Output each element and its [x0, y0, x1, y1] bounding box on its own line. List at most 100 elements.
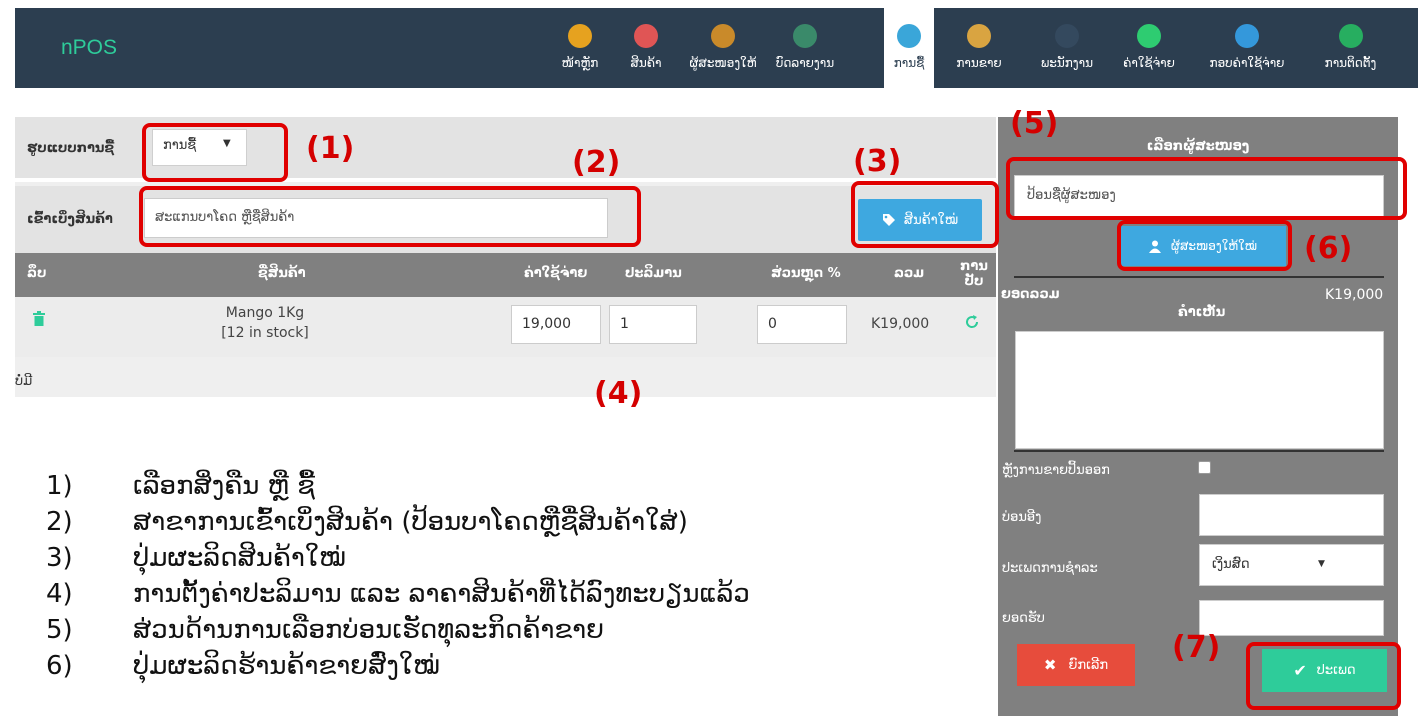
nav-label: ບົດລາຍງານ [775, 56, 835, 70]
chart-icon [793, 24, 817, 48]
nav-item-8[interactable]: ກອບຄ່າໃຊ້ຈ່າຍ [1199, 8, 1295, 88]
cancel-label: ຍົກເລີກ [1068, 657, 1109, 673]
legend-num: 2) [46, 507, 73, 537]
legend-num: 6) [46, 651, 73, 681]
nav-item-4[interactable]: ການຊື້ [884, 8, 934, 88]
caret-down-icon: ▼ [1318, 559, 1325, 569]
th-name: ຊື່ສິນຄ້າ [258, 266, 306, 281]
legend-text: ສ່ວນດ້ານການເລືອກບ່ອນເຮັດທຸລະກິດຄ້າຂາຍ [133, 615, 605, 645]
legend-item: 3) ປຸ່ມຜະລິດສິນຄ້າໃໝ່ [46, 540, 946, 576]
callout-5: (5) [1010, 106, 1059, 141]
nav-label: ຄ່າໃຊ້ຈ່າຍ [1123, 56, 1175, 70]
legend-item: 5) ສ່ວນດ້ານການເລືອກບ່ອນເຮັດທຸລະກິດຄ້າຂາຍ [46, 612, 946, 648]
comment-textarea[interactable] [1015, 331, 1384, 449]
print-checkbox[interactable] [1198, 461, 1211, 474]
edit-icon [1137, 24, 1161, 48]
annotation-box-3 [851, 181, 999, 248]
clipboard-icon [1235, 24, 1259, 48]
nav-label: ໜ້າຫຼັກ [561, 56, 599, 70]
empty-label: ບໍ່ມີ [15, 374, 33, 389]
total-value: K19,000 [1325, 287, 1384, 303]
th-delete: ລຶບ [27, 266, 47, 281]
nav-label: ພະນັກງານ [1041, 56, 1093, 70]
briefcase-icon [711, 24, 735, 48]
product-name-cell: Mango 1Kg [12 in stock] [210, 303, 320, 343]
th-discount: ສ່ວນຫຼຸດ % [771, 266, 841, 281]
nav-item-2[interactable]: ຜູ້ສະໜອງໃຫ້ [678, 8, 768, 88]
discount-input[interactable]: 0 [757, 305, 847, 344]
callout-3: (3) [853, 144, 902, 179]
legend-text: ສາຂາການເຂົ້າເບິ່ງສິນຄ້າ (ປ້ອນບາໂຄດຫຼືຊື່… [133, 507, 688, 537]
product-stock: [12 in stock] [221, 325, 309, 341]
received-input[interactable] [1199, 600, 1384, 636]
nav-item-1[interactable]: ສິນຄ້າ [624, 8, 668, 88]
legend-item: 4) ການຕັ້ງຄ່າປະລິມານ ແລະ ລາຄາສິນຄ້າທີ່ໄດ້… [46, 576, 946, 612]
reference-input[interactable] [1199, 494, 1384, 536]
th-update: ການ ປັບ [960, 259, 988, 289]
nav-item-5[interactable]: ການຂາຍ [952, 8, 1006, 88]
nav-item-3[interactable]: ບົດລາຍງານ [767, 8, 843, 88]
supplier-title: ເລືອກຜູ້ສະໜອງ [1146, 139, 1250, 154]
purchase-page: nPOS ໜ້າຫຼັກ ສິນຄ້າ ຜູ້ສະໜອງໃຫ້ ບົດລາຍງານ ກາ… [0, 0, 1419, 716]
nav-label: ຜູ້ສະໜອງໃຫ້ [689, 56, 757, 70]
cancel-button[interactable]: ✖ ຍົກເລີກ [1017, 644, 1135, 686]
annotation-box-5 [1006, 157, 1407, 220]
table-row: Mango 1Kg [12 in stock] 19,000 1 0 K19,0… [15, 297, 996, 357]
th-cost: ຄ່າໃຊ້ຈ່າຍ [524, 266, 588, 281]
comment-label: ຄໍາເຫັນ [1178, 305, 1226, 320]
trash-icon[interactable] [33, 311, 45, 326]
app-brand[interactable]: nPOS [61, 36, 117, 60]
annotation-box-7 [1246, 642, 1401, 710]
payment-type-label: ປະເພດການຊໍາລະ [1002, 561, 1098, 576]
callout-7: (7) [1172, 630, 1221, 665]
legend-list: 1) ເລືອກສິ່ງຄືນ ຫຼື ຊື້ 2) ສາຂາການເຂົ້າເບິ… [46, 468, 946, 716]
annotation-box-6 [1117, 220, 1292, 271]
legend-text: ເລືອກສິ່ງຄືນ ຫຼື ຊື້ [133, 471, 315, 501]
annotation-box-2 [139, 186, 641, 247]
search-label: ເຂົ້າເບິ່ງສິນຄ້າ [27, 212, 113, 227]
nav-item-9[interactable]: ການຕິດຕັ້ງ [1308, 8, 1393, 88]
print-label: ຫຼັງການຂາຍປິ້ນອອກ [1002, 463, 1110, 478]
legend-item: 6) ປຸ່ມຜະລິດຮ້ານຄ້າຂາຍສົ່ງໃໝ່ [46, 648, 946, 684]
basket-icon [967, 24, 991, 48]
row-total: K19,000 [871, 316, 930, 332]
legend-num: 4) [46, 579, 73, 609]
product-name: Mango 1Kg [225, 305, 305, 321]
tag-icon [634, 24, 658, 48]
received-label: ຍອດຮັບ [1002, 611, 1045, 626]
mode-label: ຮູບແບບການຊື້ [27, 141, 115, 156]
nav-label: ການຕິດຕັ້ງ [1324, 56, 1377, 70]
annotation-box-1 [142, 123, 288, 182]
callout-1: (1) [306, 131, 355, 166]
payment-type-select[interactable]: ເງິນສົດ ▼ [1199, 544, 1384, 586]
th-qty: ປະລິມານ [625, 266, 682, 281]
pencil-icon [897, 24, 921, 48]
legend-text: ການຕັ້ງຄ່າປະລິມານ ແລະ ລາຄາສິນຄ້າທີ່ໄດ້ລົ… [133, 579, 750, 609]
refresh-icon[interactable] [965, 315, 979, 329]
cart-table-header: ລຶບ ຊື່ສິນຄ້າ ຄ່າໃຊ້ຈ່າຍ ປະລິມານ ສ່ວນຫຼຸ… [15, 253, 996, 297]
nav-label: ສິນຄ້າ [630, 56, 662, 70]
nav-label: ການຊື້ [893, 56, 925, 70]
divider [1014, 450, 1384, 452]
legend-item: 1) ເລືອກສິ່ງຄືນ ຫຼື ຊື້ [46, 468, 946, 504]
legend-num: 3) [46, 543, 73, 573]
nav-item-0[interactable]: ໜ້າຫຼັກ [555, 8, 605, 88]
nav-label: ການຂາຍ [956, 56, 1002, 70]
th-total: ລວມ [894, 266, 925, 281]
close-icon: ✖ [1043, 656, 1057, 674]
battery-icon [568, 24, 592, 48]
payment-type-value: ເງິນສົດ [1212, 557, 1250, 572]
top-navbar: nPOS ໜ້າຫຼັກ ສິນຄ້າ ຜູ້ສະໜອງໃຫ້ ບົດລາຍງານ ກາ… [15, 8, 1418, 88]
user-icon [1055, 24, 1079, 48]
nav-item-6[interactable]: ພະນັກງານ [1028, 8, 1106, 88]
legend-text: ປຸ່ມຜະລິດສິນຄ້າໃໝ່ [133, 543, 346, 573]
total-label: ຍອດລວມ [1001, 287, 1060, 302]
callout-2: (2) [572, 145, 621, 180]
gear-icon [1338, 24, 1363, 48]
divider [1014, 276, 1384, 278]
quantity-input[interactable]: 1 [609, 305, 697, 344]
cost-input[interactable]: 19,000 [511, 305, 601, 344]
nav-item-7[interactable]: ຄ່າໃຊ້ຈ່າຍ [1114, 8, 1184, 88]
legend-num: 5) [46, 615, 73, 645]
callout-6: (6) [1304, 231, 1353, 266]
